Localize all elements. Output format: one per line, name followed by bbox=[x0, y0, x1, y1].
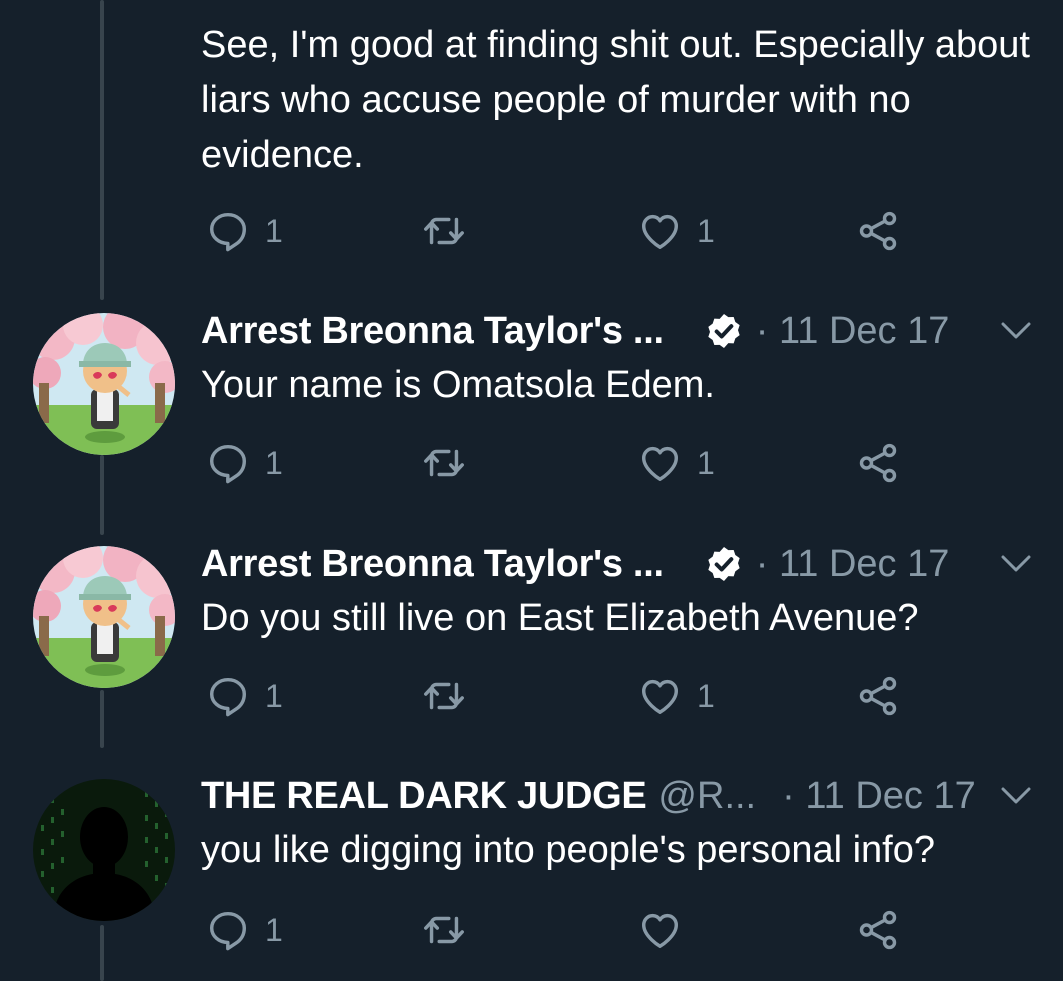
tweet-actions: 1 1 bbox=[201, 208, 1061, 254]
tweet-header: Arrest Breonna Taylor's ... · 11 Dec 17 bbox=[201, 306, 1051, 356]
like-icon bbox=[637, 673, 683, 719]
separator: · bbox=[782, 774, 795, 817]
reply-icon bbox=[205, 440, 251, 486]
like-button[interactable] bbox=[637, 907, 683, 953]
separator: · bbox=[755, 309, 769, 352]
share-button[interactable] bbox=[855, 673, 901, 719]
display-name[interactable]: Arrest Breonna Taylor's ... bbox=[201, 543, 664, 586]
separator: · bbox=[755, 542, 769, 585]
retweet-button[interactable] bbox=[421, 208, 467, 254]
like-count: 1 bbox=[697, 677, 715, 714]
avatar-image bbox=[33, 779, 175, 921]
reply-button[interactable]: 1 bbox=[205, 440, 283, 486]
retweet-button[interactable] bbox=[421, 907, 467, 953]
avatar[interactable] bbox=[33, 779, 175, 921]
user-handle[interactable]: @R... bbox=[658, 775, 756, 818]
tweet-text: See, I'm good at finding shit out. Espec… bbox=[201, 24, 1030, 176]
reply-count: 1 bbox=[265, 212, 283, 249]
display-name[interactable]: Arrest Breonna Taylor's ... bbox=[201, 310, 664, 353]
tweet-text: Do you still live on East Elizabeth Aven… bbox=[201, 597, 919, 639]
reply-button[interactable]: 1 bbox=[205, 208, 283, 254]
avatar-image bbox=[33, 313, 175, 455]
like-button[interactable]: 1 bbox=[637, 673, 715, 719]
verified-badge-icon bbox=[704, 311, 744, 351]
retweet-button[interactable] bbox=[421, 673, 467, 719]
tweet[interactable]: See, I'm good at finding shit out. Espec… bbox=[0, 0, 1063, 290]
tweet-text: Your name is Omatsola Edem. bbox=[201, 364, 715, 406]
tweet-date[interactable]: 11 Dec 17 bbox=[779, 543, 949, 585]
retweet-icon bbox=[421, 440, 467, 486]
tweet[interactable]: Arrest Breonna Taylor's ... · 11 Dec 17 … bbox=[0, 539, 1063, 761]
retweet-icon bbox=[421, 208, 467, 254]
tweet-actions: 1 1 bbox=[201, 673, 1061, 719]
share-button[interactable] bbox=[855, 440, 901, 486]
share-icon bbox=[855, 907, 901, 953]
verified-badge-icon bbox=[704, 544, 744, 584]
tweet-header: Arrest Breonna Taylor's ... · 11 Dec 17 bbox=[201, 539, 1051, 589]
tweet-actions: 1 1 bbox=[201, 440, 1061, 486]
tweet-date[interactable]: 11 Dec 17 bbox=[779, 310, 949, 352]
reply-icon bbox=[205, 907, 251, 953]
reply-button[interactable]: 1 bbox=[205, 673, 283, 719]
avatar[interactable] bbox=[33, 546, 175, 688]
tweet[interactable]: THE REAL DARK JUDGE @R... · 11 Dec 17 yo… bbox=[0, 771, 1063, 981]
tweet-date[interactable]: 11 Dec 17 bbox=[805, 775, 975, 817]
chevron-down-icon[interactable] bbox=[999, 318, 1033, 344]
reply-icon bbox=[205, 673, 251, 719]
reply-count: 1 bbox=[265, 911, 283, 948]
like-icon bbox=[637, 208, 683, 254]
display-name[interactable]: THE REAL DARK JUDGE bbox=[201, 775, 647, 818]
retweet-icon bbox=[421, 673, 467, 719]
share-button[interactable] bbox=[855, 208, 901, 254]
avatar[interactable] bbox=[33, 313, 175, 455]
chevron-down-icon[interactable] bbox=[999, 783, 1033, 809]
tweet[interactable]: Arrest Breonna Taylor's ... · 11 Dec 17 … bbox=[0, 306, 1063, 528]
chevron-down-icon[interactable] bbox=[999, 551, 1033, 577]
share-icon bbox=[855, 208, 901, 254]
tweet-header: THE REAL DARK JUDGE @R... · 11 Dec 17 bbox=[201, 771, 1051, 821]
like-icon bbox=[637, 907, 683, 953]
share-button[interactable] bbox=[855, 907, 901, 953]
reply-icon bbox=[205, 208, 251, 254]
retweet-icon bbox=[421, 907, 467, 953]
like-count: 1 bbox=[697, 212, 715, 249]
like-icon bbox=[637, 440, 683, 486]
reply-count: 1 bbox=[265, 444, 283, 481]
share-icon bbox=[855, 440, 901, 486]
like-button[interactable]: 1 bbox=[637, 440, 715, 486]
reply-button[interactable]: 1 bbox=[205, 907, 283, 953]
retweet-button[interactable] bbox=[421, 440, 467, 486]
tweet-text: you like digging into people's personal … bbox=[201, 829, 935, 871]
share-icon bbox=[855, 673, 901, 719]
reply-count: 1 bbox=[265, 677, 283, 714]
like-count: 1 bbox=[697, 444, 715, 481]
tweet-actions: 1 bbox=[201, 907, 1061, 953]
like-button[interactable]: 1 bbox=[637, 208, 715, 254]
avatar-image bbox=[33, 546, 175, 688]
